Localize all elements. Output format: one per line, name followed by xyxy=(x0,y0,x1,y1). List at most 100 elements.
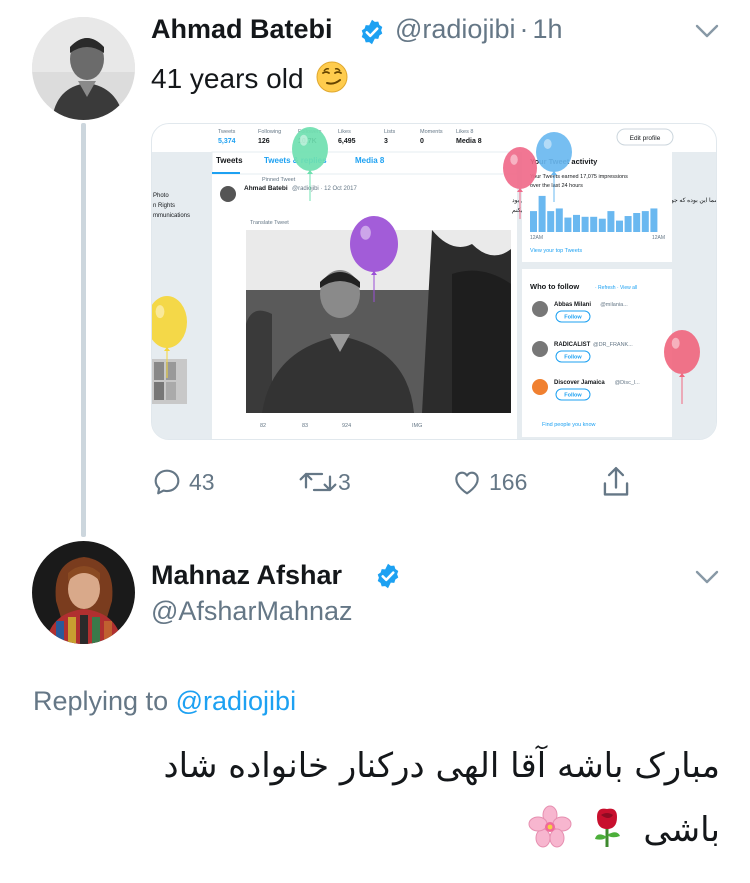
profile-tab: Tweets xyxy=(216,156,243,165)
stat-value: 0 xyxy=(420,138,424,145)
svg-text:12AM: 12AM xyxy=(530,235,543,241)
balloon-shine xyxy=(299,134,308,146)
activity-bar xyxy=(538,195,546,232)
balloon-shine xyxy=(543,139,552,149)
stat-label: Following xyxy=(258,129,281,135)
stat-label: Likes xyxy=(338,129,351,135)
svg-text:12AM: 12AM xyxy=(652,235,665,241)
stat-label: Moments xyxy=(420,129,443,135)
suggestion-handle: @milania... xyxy=(600,302,628,308)
tweet-action-bar: 43 3 166 xyxy=(151,462,641,502)
activity-bar xyxy=(564,217,572,232)
svg-text:Who to follow: Who to follow xyxy=(530,282,579,291)
replying-to-link[interactable]: @radiojibi xyxy=(176,686,296,716)
activity-bar xyxy=(598,218,606,232)
stat-value: 126 xyxy=(258,138,270,145)
tweet-text: 41 years old xyxy=(151,60,349,95)
author-handle[interactable]: @radiojibi · 1h xyxy=(395,14,563,45)
balloon-shine xyxy=(360,225,371,240)
suggestion-handle: @Disc_l... xyxy=(615,380,641,386)
svg-text:over the last 24 hours: over the last 24 hours xyxy=(530,183,583,189)
suggestion-avatar xyxy=(532,341,548,357)
balloon xyxy=(503,147,537,189)
svg-text:· Refresh · View all: · Refresh · View all xyxy=(595,285,637,291)
balloon xyxy=(664,330,700,374)
suggestion-name: Abbas Milani xyxy=(554,302,591,308)
heart-icon xyxy=(455,471,479,495)
replying-prefix: Replying to xyxy=(33,686,169,716)
verified-icon xyxy=(361,19,383,45)
share-icon xyxy=(603,466,629,496)
svg-text:@radiojibi · 12 Oct 2017: @radiojibi · 12 Oct 2017 xyxy=(292,186,357,192)
activity-bar xyxy=(590,216,598,232)
balloon xyxy=(292,127,328,171)
suggestion-name: RADICALIST xyxy=(554,342,591,348)
reply-count: 43 xyxy=(189,468,215,495)
edit-profile-button: Edit profile xyxy=(630,135,661,142)
cherry-blossom-emoji-icon xyxy=(528,805,572,848)
svg-text:View your top Tweets: View your top Tweets xyxy=(530,248,582,254)
activity-bar xyxy=(650,208,658,232)
like-button[interactable]: 166 xyxy=(451,462,527,502)
svg-text:Pinned Tweet: Pinned Tweet xyxy=(262,177,296,183)
author-avatar[interactable] xyxy=(32,17,135,120)
verified-icon xyxy=(377,563,399,589)
profile-screenshot-image: Tweets5,374Following126Followers10.7KLik… xyxy=(152,124,716,439)
follow-button-label: Follow xyxy=(564,393,582,399)
activity-bar xyxy=(581,216,589,232)
activity-bar xyxy=(633,213,641,232)
stat-label: Tweets xyxy=(218,129,236,135)
smirk-emoji-icon xyxy=(316,61,348,93)
reply-author-name[interactable]: Mahnaz Afshar xyxy=(151,560,342,591)
retweet-button[interactable]: 3 xyxy=(298,462,351,502)
author-name[interactable]: Ahmad Batebi xyxy=(151,14,333,45)
profile-tab: Media 8 xyxy=(355,156,385,165)
suggestion-name: Discover Jamaica xyxy=(554,380,605,386)
svg-text:Ahmad Batebi: Ahmad Batebi xyxy=(244,185,288,192)
like-count: 166 xyxy=(489,468,528,495)
reply-button[interactable]: 43 xyxy=(151,462,215,502)
svg-text:Your Tweets earned 17,075 impr: Your Tweets earned 17,075 impressions xyxy=(530,174,628,180)
timestamp[interactable]: 1h xyxy=(532,14,562,44)
balloon-shine xyxy=(510,154,518,165)
activity-bar xyxy=(616,220,623,232)
chevron-down-icon[interactable] xyxy=(694,568,720,586)
svg-text:Photo: Photo xyxy=(153,193,169,199)
balloon xyxy=(350,216,398,272)
chevron-down-icon[interactable] xyxy=(694,22,720,40)
reply-text-line-2-words: باشی xyxy=(643,810,720,850)
stat-value: Media 8 xyxy=(456,138,482,145)
tweet-body: 41 years old xyxy=(151,63,304,94)
share-button[interactable] xyxy=(599,462,633,502)
separator: · xyxy=(519,14,529,44)
handle-text[interactable]: @radiojibi xyxy=(395,14,515,44)
inner-action-count: IMG xyxy=(412,423,422,429)
inner-action-count: 83 xyxy=(302,423,308,429)
suggestion-avatar xyxy=(532,379,548,395)
retweet-count: 3 xyxy=(338,468,351,495)
inner-action-count: 82 xyxy=(260,423,266,429)
activity-bar xyxy=(573,214,580,232)
stat-value: 3 xyxy=(384,138,388,145)
reply-icon xyxy=(154,469,180,495)
follow-button-label: Follow xyxy=(564,315,582,321)
svg-text:n Rights: n Rights xyxy=(153,203,175,209)
reply-author-handle[interactable]: @AfsharMahnaz xyxy=(151,596,353,627)
svg-text:mmunications: mmunications xyxy=(153,213,190,219)
activity-bar xyxy=(641,211,649,232)
svg-text:Translate Tweet: Translate Tweet xyxy=(250,220,289,226)
thread-line xyxy=(81,123,86,537)
reply-author-avatar[interactable] xyxy=(32,541,135,644)
activity-bar xyxy=(607,211,615,232)
balloon-shine xyxy=(155,305,165,319)
balloon xyxy=(536,132,572,172)
follow-button-label: Follow xyxy=(564,355,582,361)
activity-bar xyxy=(555,208,563,232)
stat-value: 5,374 xyxy=(218,138,236,145)
inner-action-count: 924 xyxy=(342,423,351,429)
tweet-media[interactable]: Tweets5,374Following126Followers10.7KLik… xyxy=(151,123,717,440)
reply-text-line-2: باشی xyxy=(40,797,720,863)
balloon-shine xyxy=(671,337,680,349)
stat-label: Lists xyxy=(384,129,396,135)
activity-bar xyxy=(530,211,537,232)
